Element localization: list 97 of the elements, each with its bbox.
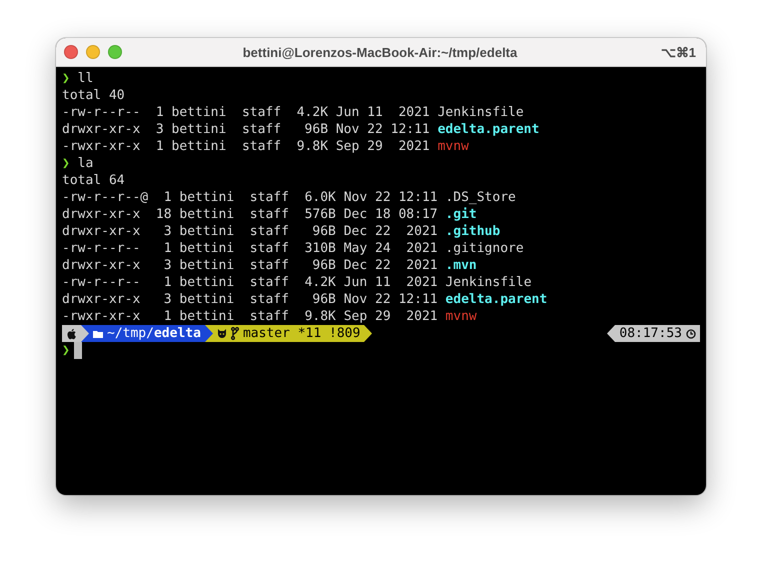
file-date: Dec 22 2021 (344, 257, 438, 274)
command-text: ll (78, 70, 94, 87)
file-name: edelta.parent (445, 291, 548, 308)
file-mode: -rwxr-xr-x (62, 138, 142, 155)
file-group: staff (250, 257, 289, 274)
file-date: Jun 11 2021 (344, 274, 438, 291)
file-mode: -rwxr-xr-x (62, 308, 142, 325)
total-line: total 64 (62, 172, 125, 189)
zoom-button[interactable] (108, 45, 122, 59)
current-path: ~/tmp/edelta (107, 325, 201, 342)
file-size: 9.8K (296, 138, 328, 155)
file-date: May 24 2021 (344, 240, 438, 257)
file-size: 96B (304, 121, 328, 138)
file-name: .mvn (445, 257, 478, 274)
file-group: staff (250, 308, 289, 325)
file-mode: drwxr-xr-x (62, 121, 142, 138)
file-size: 6.0K (304, 189, 336, 206)
minimize-button[interactable] (86, 45, 100, 59)
file-mode: drwxr-xr-x (62, 257, 142, 274)
keyboard-shortcut: ⌥⌘1 (660, 44, 696, 60)
file-mode: -rw-r--r--@ (62, 189, 148, 206)
file-owner: bettini (179, 291, 234, 308)
total-line: total 40 (62, 87, 125, 104)
folder-icon (93, 330, 103, 338)
link-count: 1 (162, 308, 172, 325)
file-name: mvnw (445, 308, 478, 325)
link-count: 18 (156, 206, 172, 223)
link-count: 1 (162, 189, 172, 206)
link-count: 1 (156, 138, 164, 155)
file-group: staff (250, 223, 289, 240)
file-size: 9.8K (304, 308, 336, 325)
file-size: 4.2K (304, 274, 336, 291)
file-name: .DS_Store (445, 189, 517, 206)
file-date: Nov 22 12:11 (336, 121, 430, 138)
file-name: .git (445, 206, 478, 223)
file-name: .github (445, 223, 502, 240)
file-group: staff (250, 206, 289, 223)
file-name: Jenkinsfile (438, 104, 525, 121)
branch-icon (230, 327, 239, 340)
file-group: staff (242, 121, 282, 138)
file-group: staff (242, 104, 282, 121)
file-date: Nov 22 12:11 (344, 291, 438, 308)
file-name: edelta.parent (438, 121, 540, 138)
link-count: 1 (162, 240, 172, 257)
file-date: Sep 29 2021 (344, 308, 438, 325)
file-size: 96B (311, 291, 336, 308)
file-group: staff (250, 189, 289, 206)
file-name: Jenkinsfile (445, 274, 533, 291)
file-owner: bettini (179, 189, 234, 206)
link-count: 1 (156, 104, 164, 121)
file-group: staff (250, 291, 289, 308)
file-owner: bettini (172, 138, 226, 155)
cat-icon (216, 329, 227, 338)
file-date: Sep 29 2021 (336, 138, 430, 155)
file-mode: -rw-r--r-- (62, 240, 142, 257)
file-date: Nov 22 12:11 (344, 189, 438, 206)
file-mode: -rw-r--r-- (62, 104, 142, 121)
file-date: Dec 22 2021 (344, 223, 438, 240)
close-button[interactable] (64, 45, 78, 59)
git-status: master *11 !809 (242, 325, 360, 342)
file-name: .gitignore (445, 240, 525, 257)
file-owner: bettini (172, 104, 226, 121)
file-mode: drwxr-xr-x (62, 291, 142, 308)
link-count: 1 (162, 274, 172, 291)
file-group: staff (242, 138, 282, 155)
prompt-symbol: ❯ (62, 342, 70, 359)
file-name: mvnw (438, 138, 470, 155)
link-count: 3 (162, 223, 172, 240)
file-owner: bettini (179, 206, 234, 223)
file-group: staff (250, 240, 289, 257)
file-size: 96B (311, 257, 336, 274)
file-size: 310B (304, 240, 336, 257)
link-count: 3 (162, 291, 172, 308)
file-owner: bettini (179, 223, 234, 240)
clock-time: 08:17:53 (619, 325, 682, 342)
file-owner: bettini (179, 240, 234, 257)
file-mode: -rw-r--r-- (62, 274, 142, 291)
file-owner: bettini (179, 257, 234, 274)
file-size: 576B (304, 206, 336, 223)
prompt-symbol: ❯ (62, 70, 70, 87)
prompt-symbol: ❯ (62, 155, 70, 172)
apple-icon (66, 328, 77, 340)
link-count: 3 (156, 121, 164, 138)
file-owner: bettini (179, 274, 234, 291)
file-group: staff (250, 274, 289, 291)
file-mode: drwxr-xr-x (62, 223, 142, 240)
file-owner: bettini (179, 308, 234, 325)
clock-icon (686, 328, 696, 338)
window-title: bettini@Lorenzos-MacBook-Air:~/tmp/edelta (242, 44, 518, 60)
file-mode: drwxr-xr-x (62, 206, 142, 223)
file-size: 96B (311, 223, 336, 240)
file-size: 4.2K (296, 104, 328, 121)
command-text: la (78, 155, 94, 172)
file-owner: bettini (172, 121, 226, 138)
file-date: Dec 18 08:17 (344, 206, 438, 223)
link-count: 3 (162, 257, 172, 274)
file-date: Jun 11 2021 (336, 104, 430, 121)
